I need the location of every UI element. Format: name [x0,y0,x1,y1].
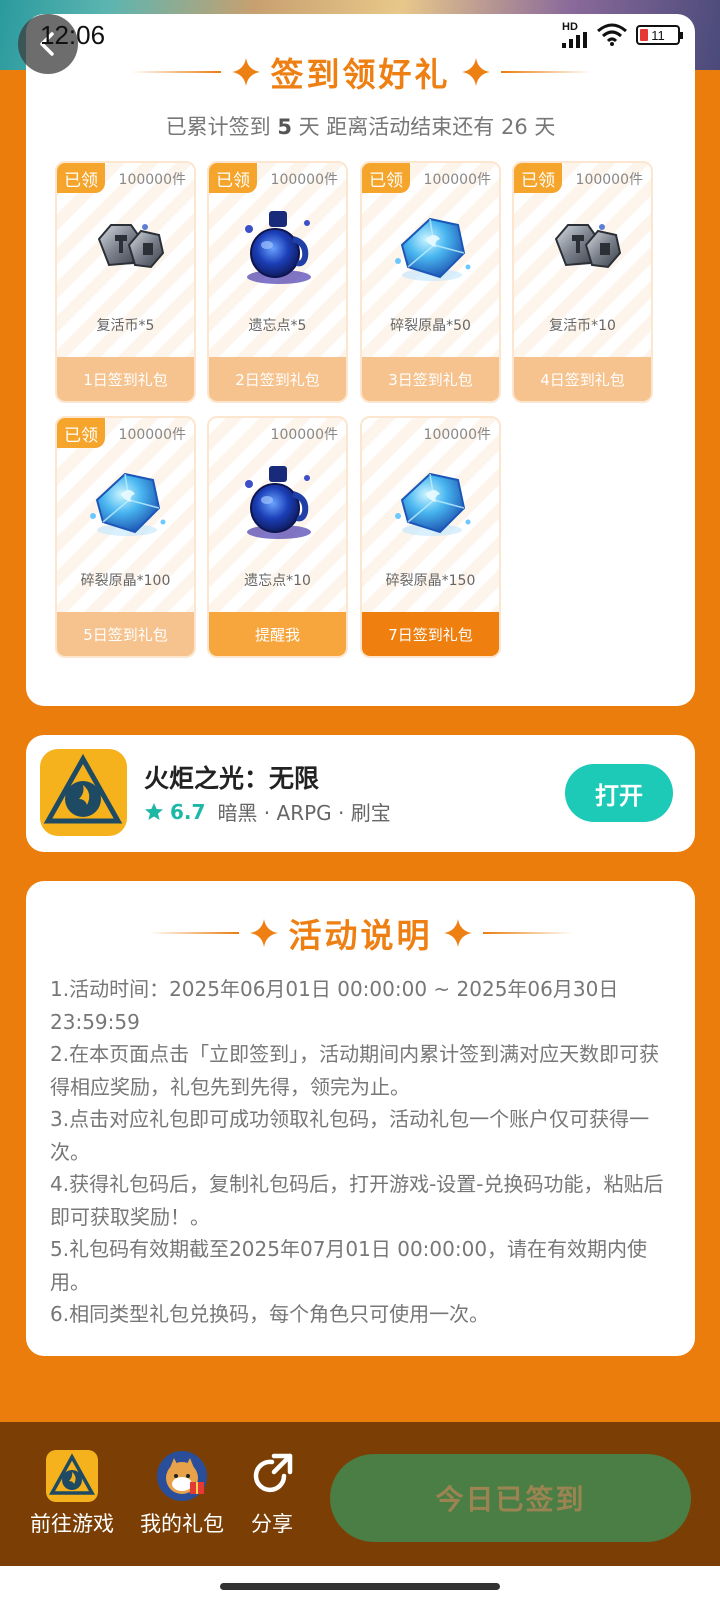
rules-card: 活动说明 1.活动时间：2025年06月01日 00:00:00 ~ 2025年… [26,881,695,1356]
rules-list: 1.活动时间：2025年06月01日 00:00:00 ~ 2025年06月30… [50,973,672,1331]
go-to-game-button[interactable]: 前往游戏 [30,1450,114,1538]
gift-name: 遗忘点*5 [248,318,307,334]
rule-item: 1.活动时间：2025年06月01日 00:00:00 ~ 2025年06月30… [50,977,619,1034]
home-indicator[interactable] [220,1583,500,1590]
gift-stock: 100000件 [270,427,338,443]
sparkle-icon [443,919,472,947]
app-tags: 暗黑 · ARPG · 刷宝 [217,801,391,825]
claimed-tag: 已领 [57,163,105,193]
gift-stock: 100000件 [270,172,338,188]
gift-name: 碎裂原晶*150 [385,573,476,589]
crystal-shard-icon [85,460,169,544]
gift-button[interactable]: 4日签到礼包 [514,357,651,401]
gift-name: 复活币*10 [549,318,616,334]
revive-coin-icon [542,205,626,289]
gift-card-day2[interactable]: 已领 100000件 遗忘点*5 2日签到礼包 [207,161,348,403]
rule-item: 6.相同类型礼包兑换码，每个角色只可使用一次。 [50,1302,490,1326]
gift-avatar-icon [157,1451,207,1501]
claimed-tag: 已领 [209,163,257,193]
gift-card-day7[interactable]: 100000件 碎裂原晶*150 7日签到礼包 [360,416,501,658]
wifi-icon [597,23,627,46]
rule-item: 5.礼包码有效期截至2025年07月01日 00:00:00，请在有效期内使用。 [50,1237,648,1294]
gift-card-day4[interactable]: 已领 100000件 复活币*10 4日签到礼包 [512,161,653,403]
app-name: 火炬之光：无限 [144,764,320,793]
gift-name: 复活币*5 [96,318,155,334]
gift-card-day1[interactable]: 已领 100000件 复活币*5 1日签到礼包 [55,161,196,403]
signin-card: 签到领好礼 已累计签到 5 天 距离活动结束还有 26 天 已领 100000件… [26,14,695,706]
gift-name: 遗忘点*10 [244,573,311,589]
gift-stock: 100000件 [423,172,491,188]
gift-button[interactable]: 3日签到礼包 [362,357,499,401]
revive-coin-icon [85,205,169,289]
gift-card-day3[interactable]: 已领 100000件 碎裂原晶*50 3日签到礼包 [360,161,501,403]
gift-card-day6[interactable]: 100000件 遗忘点*10 提醒我 [207,416,348,658]
status-bar: HD 11 [0,0,720,68]
hd-signal-icon: HD [562,22,588,48]
oblivion-potion-icon [237,460,321,544]
rules-title: 活动说明 [26,909,695,957]
crystal-shard-icon [390,460,474,544]
crystal-shard-icon [390,205,474,289]
app-rating: 6.7 [170,799,206,824]
status-icons: HD 11 [562,22,683,48]
gift-button[interactable]: 7日签到礼包 [362,612,499,656]
app-logo[interactable] [40,749,127,836]
game-logo-icon [46,1450,98,1502]
gift-button[interactable]: 5日签到礼包 [57,612,194,656]
sparkle-icon [249,919,278,947]
gift-stock: 100000件 [575,172,643,188]
rule-item: 4.获得礼包码后，复制礼包码后，打开游戏-设置-兑换码功能，粘贴后即可获取奖励！… [50,1172,664,1229]
gift-stock: 100000件 [118,172,186,188]
rule-item: 3.点击对应礼包即可成功领取礼包码，活动礼包一个账户仅可获得一次。 [50,1107,650,1164]
status-time: 12:06 [40,20,106,50]
claimed-tag: 已领 [57,418,105,448]
gift-button[interactable]: 1日签到礼包 [57,357,194,401]
battery-icon: 11 [636,25,683,45]
remind-me-button[interactable]: 提醒我 [209,612,346,656]
claimed-tag: 已领 [362,163,410,193]
app-card[interactable]: 火炬之光：无限 6.7 暗黑 · ARPG · 刷宝 打开 [26,735,695,852]
signin-summary: 已累计签到 5 天 距离活动结束还有 26 天 [165,115,556,139]
app-meta: 6.7 暗黑 · ARPG · 刷宝 [144,797,391,826]
rule-item: 2.在本页面点击「立即签到」，活动期间内累计签到满对应天数即可获得相应奖励，礼包… [50,1042,660,1099]
gift-name: 碎裂原晶*50 [390,318,471,334]
open-app-button[interactable]: 打开 [565,764,673,822]
share-button[interactable]: 分享 [246,1450,298,1538]
gift-stock: 100000件 [423,427,491,443]
share-icon [253,1453,293,1493]
star-icon [145,802,163,820]
gift-button[interactable]: 2日签到礼包 [209,357,346,401]
gift-stock: 100000件 [118,427,186,443]
signed-today-button[interactable]: 今日已签到 [330,1454,691,1542]
claimed-tag: 已领 [514,163,562,193]
oblivion-potion-icon [237,205,321,289]
my-gifts-button[interactable]: 我的礼包 [140,1450,224,1538]
gift-card-day5[interactable]: 已领 100000件 碎裂原晶*100 5日签到礼包 [55,416,196,658]
gift-name: 碎裂原晶*100 [80,573,171,589]
